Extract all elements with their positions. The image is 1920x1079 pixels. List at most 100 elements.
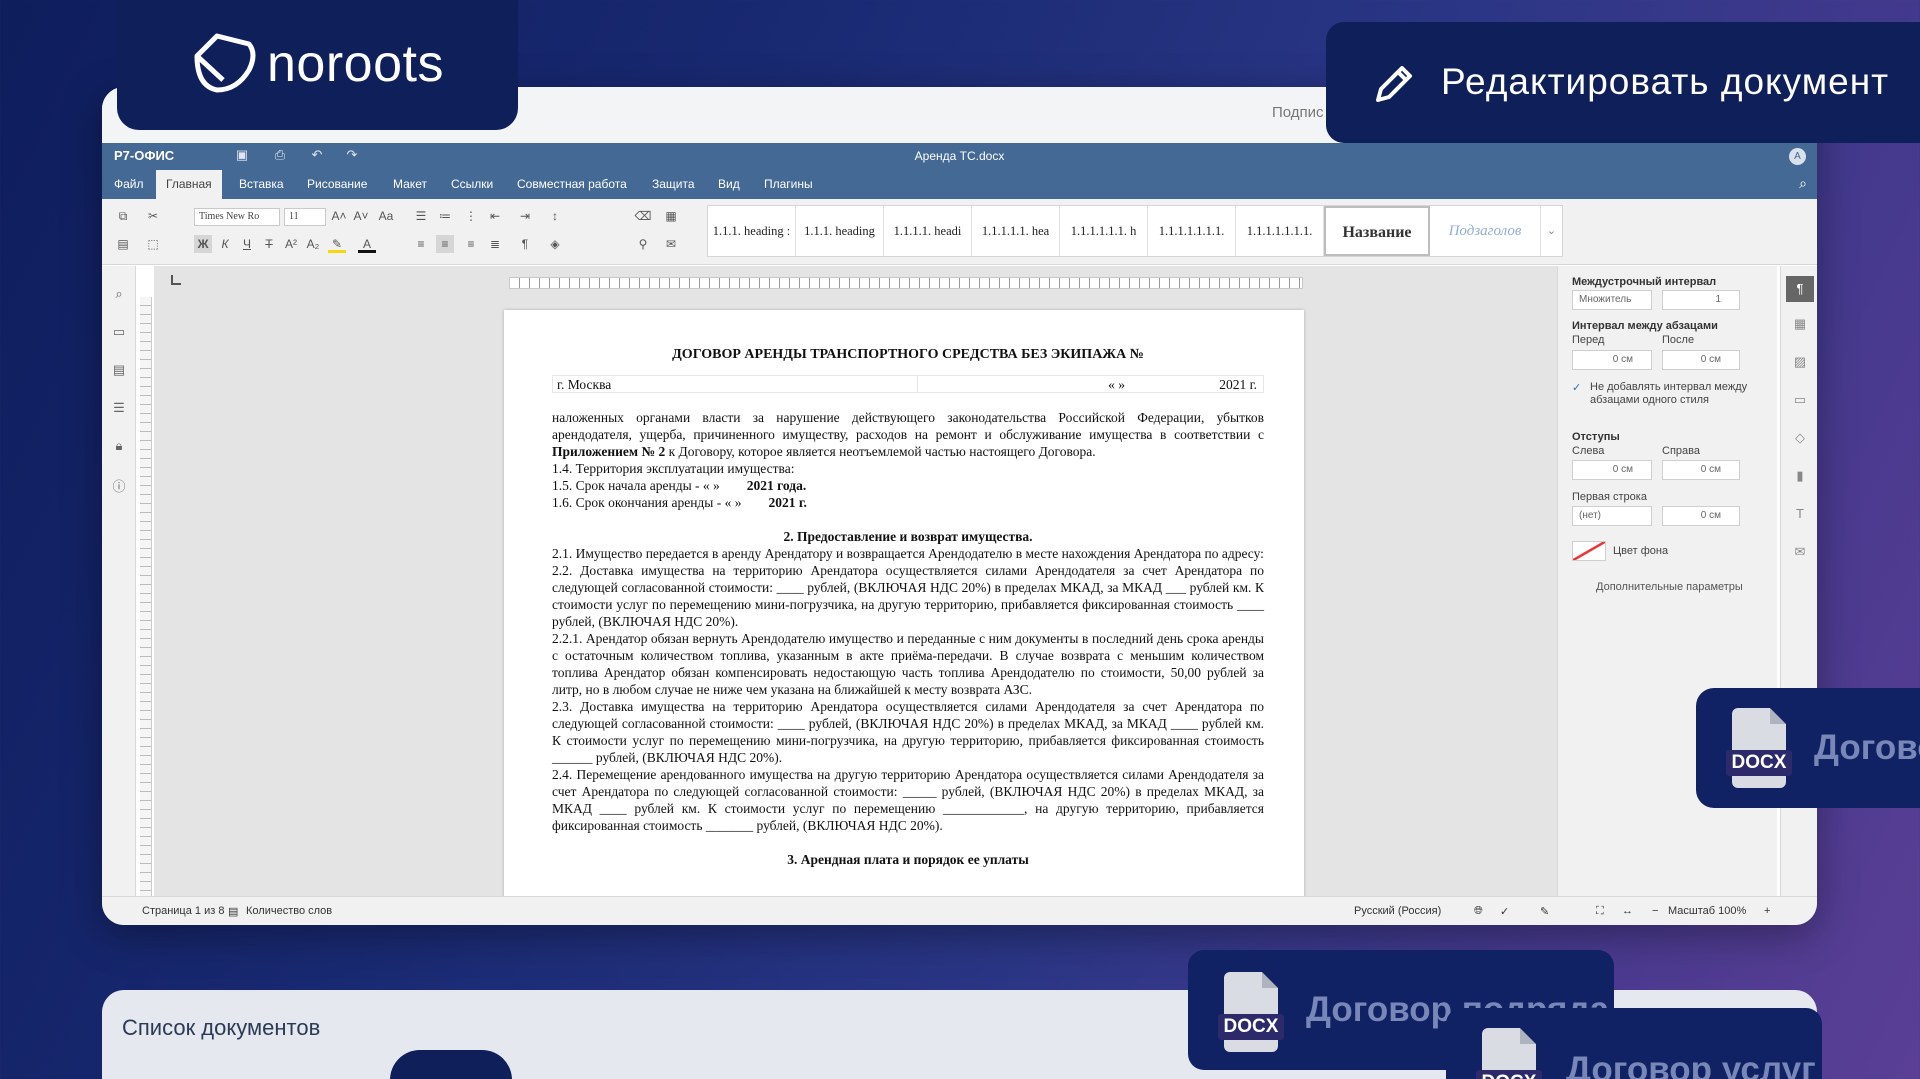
style-heading-6[interactable]: 1.1.1.1.1.1.1. [1148, 206, 1236, 256]
image-settings-icon[interactable]: ▨ [1791, 354, 1809, 372]
tab-draw[interactable]: Рисование [297, 170, 377, 199]
style-heading-1[interactable]: 1.1.1. heading : [708, 206, 796, 256]
chat-icon[interactable]: ▤ [111, 362, 127, 378]
style-heading-3[interactable]: 1.1.1.1. headi [884, 206, 972, 256]
bullets-icon[interactable]: ☰ [412, 207, 430, 225]
superscript-icon[interactable]: A² [282, 235, 300, 253]
decrease-indent-icon[interactable]: ⇤ [486, 207, 504, 225]
numbering-icon[interactable]: ≔ [436, 207, 454, 225]
left-indent-input[interactable]: 0 см [1572, 460, 1652, 480]
copy-style-icon[interactable]: ▦ [662, 207, 680, 225]
document-card[interactable]: DOCX Договор услуг [1446, 1008, 1822, 1079]
tab-view[interactable]: Вид [708, 170, 750, 199]
chevron-down-icon[interactable]: ⌄ [1540, 206, 1562, 256]
sign-label[interactable]: Подпис [1272, 104, 1324, 121]
style-heading-2[interactable]: 1.1.1. heading [796, 206, 884, 256]
globe-icon[interactable]: 🌐︎ [1474, 905, 1483, 918]
search-icon[interactable]: ⌕ [111, 286, 127, 302]
shading-icon[interactable]: ◈ [546, 235, 564, 253]
language-select[interactable]: Русский (Россия) [1354, 905, 1441, 917]
navigation-icon[interactable]: ☰ [111, 400, 127, 416]
multilevel-icon[interactable]: ⋮ [462, 207, 480, 225]
justify-icon[interactable]: ≣ [486, 235, 504, 253]
mail-merge-icon[interactable]: ✉ [662, 235, 680, 253]
mail-merge-icon[interactable]: ✉ [1791, 544, 1809, 562]
tab-protection[interactable]: Защита [642, 170, 705, 199]
tab-file[interactable]: Файл [104, 170, 154, 199]
font-color-icon[interactable]: A [358, 235, 376, 253]
table-settings-icon[interactable]: ▦ [1791, 316, 1809, 334]
search-icon[interactable]: ⌕ [1799, 175, 1807, 192]
subscript-icon[interactable]: A₂ [304, 235, 322, 253]
select-all-icon[interactable]: ⬚ [144, 235, 162, 253]
align-right-icon[interactable]: ≡ [462, 235, 480, 253]
header-footer-icon[interactable]: ▭ [1791, 392, 1809, 410]
advanced-settings-link[interactable]: Дополнительные параметры [1596, 581, 1743, 593]
edit-document-banner[interactable]: Редактировать документ [1326, 22, 1920, 143]
tab-home[interactable]: Главная [156, 170, 222, 199]
line-spacing-icon[interactable]: ↕ [546, 207, 564, 225]
zoom-out-icon[interactable]: − [1652, 905, 1658, 917]
background-color-picker[interactable] [1572, 541, 1606, 561]
align-center-icon[interactable]: ≡ [436, 235, 454, 253]
document-page[interactable]: ДОГОВОР АРЕНДЫ ТРАНСПОРТНОГО СРЕДСТВА БЕ… [504, 310, 1304, 896]
document-card[interactable]: DOCX Догово [1696, 688, 1920, 808]
spacing-before-input[interactable]: 0 см [1572, 350, 1652, 370]
paragraph-settings-icon[interactable]: ¶ [1786, 276, 1814, 302]
line-spacing-value-input[interactable]: 1 [1662, 290, 1740, 310]
zoom-in-icon[interactable]: + [1764, 905, 1770, 917]
style-heading-4[interactable]: 1.1.1.1.1. hea [972, 206, 1060, 256]
same-style-spacing-checkbox-label[interactable]: Не добавлять интервал между абзацами одн… [1590, 381, 1750, 407]
spacing-after-input[interactable]: 0 см [1662, 350, 1740, 370]
fit-width-icon[interactable]: ↔ [1622, 905, 1633, 917]
comments-icon[interactable]: ▭ [111, 324, 127, 340]
tab-references[interactable]: Ссылки [441, 170, 503, 199]
fit-page-icon[interactable]: ⛶ [1596, 905, 1604, 918]
first-line-value-input[interactable]: 0 см [1662, 506, 1740, 526]
chart-settings-icon[interactable]: ▮ [1791, 468, 1809, 486]
textart-settings-icon[interactable]: T [1791, 506, 1809, 524]
style-subtitle[interactable]: Подзаголов [1430, 206, 1540, 256]
first-line-mode-select[interactable]: (нет) [1572, 506, 1652, 526]
info-icon[interactable]: ⓘ [111, 476, 127, 494]
word-count[interactable]: Количество слов [246, 905, 332, 917]
style-heading-7[interactable]: 1.1.1.1.1.1.1. [1236, 206, 1324, 256]
lock-icon[interactable]: 🔒︎ [111, 438, 127, 454]
change-case-icon[interactable]: Aa [374, 207, 398, 225]
highlight-icon[interactable]: ✎ [328, 235, 346, 253]
tab-stop-icon[interactable] [171, 275, 181, 285]
font-size-select[interactable]: 11 [284, 208, 326, 226]
track-changes-icon[interactable]: ✎ [1540, 905, 1549, 918]
right-indent-input[interactable]: 0 см [1662, 460, 1740, 480]
bold-icon[interactable]: Ж [194, 235, 212, 253]
user-avatar[interactable]: А [1789, 148, 1806, 165]
paragraph-marks-icon[interactable]: ¶ [516, 235, 534, 253]
cut-icon[interactable]: ✂ [144, 207, 162, 225]
page-counter[interactable]: Страница 1 из 8 [142, 905, 224, 917]
style-title[interactable]: Название [1324, 206, 1430, 256]
horizontal-ruler[interactable] [509, 277, 1303, 289]
tab-insert[interactable]: Вставка [229, 170, 294, 199]
style-heading-5[interactable]: 1.1.1.1.1.1. h [1060, 206, 1148, 256]
italic-icon[interactable]: К [216, 235, 234, 253]
strikethrough-icon[interactable]: Т [260, 235, 278, 253]
font-name-select[interactable]: Times New Ro [194, 208, 280, 226]
format-painter-icon[interactable]: ⚲ [634, 235, 652, 253]
checkbox-icon[interactable]: ✓ [1572, 381, 1590, 394]
word-count-icon[interactable]: ▤ [228, 905, 238, 918]
paste-icon[interactable]: ▤ [114, 235, 132, 253]
font-shrink-icon[interactable]: A˅ [352, 207, 370, 225]
underline-icon[interactable]: Ч [238, 235, 256, 253]
line-spacing-mode-select[interactable]: Множитель [1572, 290, 1652, 310]
align-left-icon[interactable]: ≡ [412, 235, 430, 253]
tab-plugins[interactable]: Плагины [754, 170, 823, 199]
clear-format-icon[interactable]: ⌫ [634, 207, 652, 225]
tab-collaboration[interactable]: Совместная работа [507, 170, 637, 199]
zoom-level[interactable]: Масштаб 100% [1668, 905, 1746, 917]
increase-indent-icon[interactable]: ⇥ [516, 207, 534, 225]
tab-layout[interactable]: Макет [383, 170, 437, 199]
font-grow-icon[interactable]: A˄ [330, 207, 348, 225]
copy-icon[interactable]: ⧉ [114, 207, 132, 225]
shape-settings-icon[interactable]: ◇ [1791, 430, 1809, 448]
list-tab-handle[interactable] [390, 1050, 512, 1079]
